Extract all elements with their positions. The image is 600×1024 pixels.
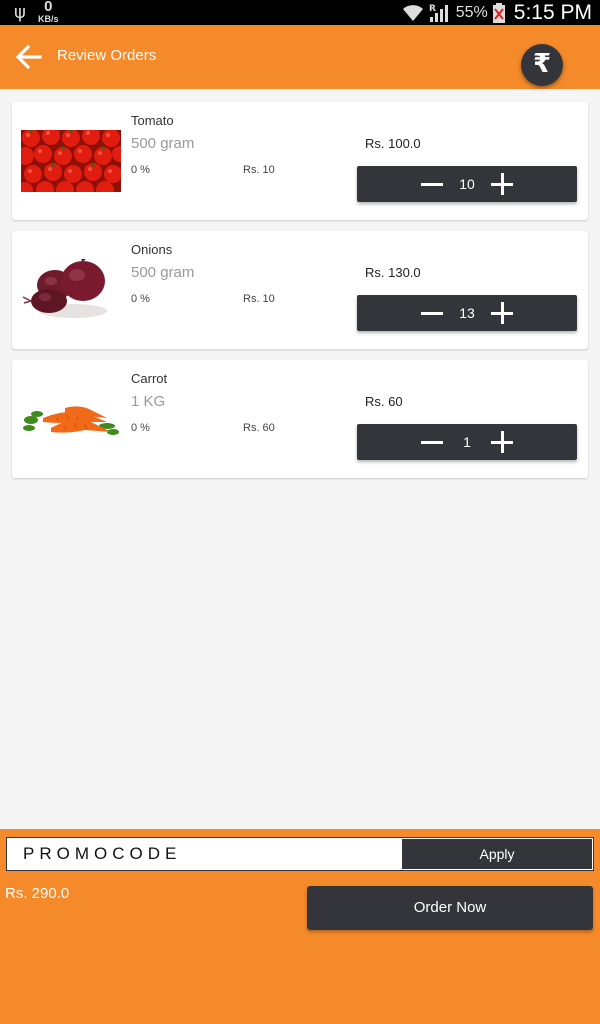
item-unit-price: Rs. 10 [243, 293, 275, 305]
battery-percent: 55% [455, 3, 488, 21]
quantity-value: 13 [459, 305, 475, 321]
item-name: Carrot [131, 371, 168, 386]
page-title: Review Orders [57, 47, 157, 64]
quantity-value: 1 [463, 434, 471, 450]
carrot-image [21, 388, 121, 450]
quantity-stepper: 13 [357, 295, 577, 331]
minus-icon[interactable] [421, 441, 443, 444]
order-item-card: Tomato 500 gram 0 % Rs. 10 Rs. 100.0 10 [12, 102, 588, 220]
plus-icon[interactable] [491, 302, 513, 324]
item-total: Rs. 60 [365, 394, 403, 409]
apply-button[interactable]: Apply [402, 839, 592, 869]
item-discount: 0 % [131, 293, 150, 305]
item-name: Tomato [131, 113, 174, 128]
signal-icon: R [429, 4, 448, 22]
plus-icon[interactable] [491, 431, 513, 453]
item-weight: 500 gram [131, 264, 195, 281]
item-discount: 0 % [131, 164, 150, 176]
plus-icon[interactable] [491, 173, 513, 195]
battery-icon [492, 2, 505, 23]
quantity-value: 10 [459, 176, 475, 192]
usb-icon: ψ [14, 2, 26, 23]
item-unit-price: Rs. 60 [243, 422, 275, 434]
arrow-left-icon [15, 44, 42, 70]
promocode-input[interactable] [7, 838, 401, 870]
tomato-image [21, 130, 121, 192]
order-now-button[interactable]: Order Now [307, 886, 593, 930]
item-name: Onions [131, 242, 173, 257]
network-speed: 0 KB/s [38, 0, 59, 24]
rupee-button[interactable]: ₹ [521, 44, 563, 86]
network-speed-value: 0 [44, 0, 53, 15]
onion-image [21, 259, 121, 321]
order-item-card: Carrot 1 KG 0 % Rs. 60 Rs. 60 1 [12, 360, 588, 478]
item-weight: 1 KG [131, 393, 166, 410]
item-discount: 0 % [131, 422, 150, 434]
wifi-icon [402, 4, 423, 21]
rupee-icon: ₹ [532, 49, 552, 79]
checkout-footer: Apply Rs. 290.0 Order Now [0, 829, 600, 1024]
promo-box: Apply [6, 837, 594, 871]
minus-icon[interactable] [421, 312, 443, 315]
grand-total: Rs. 290.0 [5, 885, 70, 902]
network-speed-unit: KB/s [38, 14, 59, 24]
order-item-card: Onions 500 gram 0 % Rs. 10 Rs. 130.0 13 [12, 231, 588, 349]
quantity-stepper: 1 [357, 424, 577, 460]
minus-icon[interactable] [421, 183, 443, 186]
network-type-label: R [429, 4, 436, 14]
back-button[interactable] [14, 43, 44, 71]
item-weight: 500 gram [131, 135, 195, 152]
status-bar: ψ 0 KB/s R 55% 5:15 PM [0, 0, 600, 25]
clock: 5:15 PM [513, 0, 592, 24]
quantity-stepper: 10 [357, 166, 577, 202]
item-unit-price: Rs. 10 [243, 164, 275, 176]
app-bar: Review Orders ₹ [0, 25, 600, 89]
item-total: Rs. 130.0 [365, 265, 421, 280]
item-total: Rs. 100.0 [365, 136, 421, 151]
